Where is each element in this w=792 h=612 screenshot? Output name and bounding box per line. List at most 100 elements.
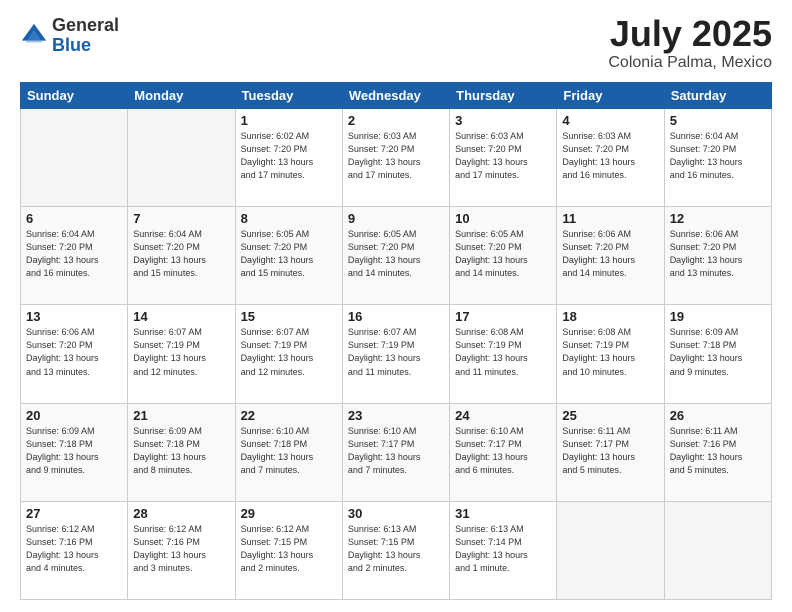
day-number: 24 bbox=[455, 408, 551, 423]
calendar-week-row: 1Sunrise: 6:02 AM Sunset: 7:20 PM Daylig… bbox=[21, 109, 772, 207]
table-row: 2 Sunrise: 6:03 AM Sunset: 7:20 PM Daylig… bbox=[342, 109, 449, 207]
day-number: 13 bbox=[26, 309, 122, 324]
table-row: 29 Sunrise: 6:12 AM Sunset: 7:15 PM Dayli… bbox=[235, 501, 342, 599]
day-info: Sunrise: 6:13 AM Sunset: 7:14 PM Dayligh… bbox=[455, 523, 551, 575]
day-number: 19 bbox=[670, 309, 766, 324]
day-number: 29 bbox=[241, 506, 337, 521]
day-number: 20 bbox=[26, 408, 122, 423]
day-number: 2 bbox=[348, 113, 444, 128]
month-year: July 2025 bbox=[608, 16, 772, 52]
col-tuesday: Tuesday bbox=[235, 83, 342, 109]
day-info: Sunrise: 6:05 AM Sunset: 7:20 PM Dayligh… bbox=[455, 228, 551, 280]
day-number: 23 bbox=[348, 408, 444, 423]
day-number: 25 bbox=[562, 408, 658, 423]
day-info: Sunrise: 6:03 AM Sunset: 7:20 PM Dayligh… bbox=[348, 130, 444, 182]
day-info: Sunrise: 6:03 AM Sunset: 7:20 PM Dayligh… bbox=[455, 130, 551, 182]
day-number: 11 bbox=[562, 211, 658, 226]
header: General Blue July 2025 Colonia Palma, Me… bbox=[20, 16, 772, 72]
table-row: 24 Sunrise: 6:10 AM Sunset: 7:17 PM Dayli… bbox=[450, 403, 557, 501]
day-info: Sunrise: 6:07 AM Sunset: 7:19 PM Dayligh… bbox=[133, 326, 229, 378]
page: General Blue July 2025 Colonia Palma, Me… bbox=[0, 0, 792, 612]
table-row: 17 Sunrise: 6:08 AM Sunset: 7:19 PM Dayli… bbox=[450, 305, 557, 403]
day-info: Sunrise: 6:08 AM Sunset: 7:19 PM Dayligh… bbox=[455, 326, 551, 378]
table-row: 3 Sunrise: 6:03 AM Sunset: 7:20 PM Daylig… bbox=[450, 109, 557, 207]
day-info: Sunrise: 6:06 AM Sunset: 7:20 PM Dayligh… bbox=[562, 228, 658, 280]
day-info: Sunrise: 6:09 AM Sunset: 7:18 PM Dayligh… bbox=[133, 425, 229, 477]
calendar-week-row: 27 Sunrise: 6:12 AM Sunset: 7:16 PM Dayli… bbox=[21, 501, 772, 599]
day-number: 31 bbox=[455, 506, 551, 521]
day-number: 26 bbox=[670, 408, 766, 423]
table-row: 21 Sunrise: 6:09 AM Sunset: 7:18 PM Dayli… bbox=[128, 403, 235, 501]
table-row: 13 Sunrise: 6:06 AM Sunset: 7:20 PM Dayli… bbox=[21, 305, 128, 403]
day-number: 1 bbox=[241, 113, 337, 128]
table-row: 6 Sunrise: 6:04 AM Sunset: 7:20 PM Daylig… bbox=[21, 207, 128, 305]
logo-general-text: General bbox=[52, 15, 119, 35]
day-info: Sunrise: 6:08 AM Sunset: 7:19 PM Dayligh… bbox=[562, 326, 658, 378]
table-row: 20 Sunrise: 6:09 AM Sunset: 7:18 PM Dayli… bbox=[21, 403, 128, 501]
day-info: Sunrise: 6:10 AM Sunset: 7:18 PM Dayligh… bbox=[241, 425, 337, 477]
table-row: 28Sunrise: 6:12 AM Sunset: 7:16 PM Dayli… bbox=[128, 501, 235, 599]
table-row: 14 Sunrise: 6:07 AM Sunset: 7:19 PM Dayli… bbox=[128, 305, 235, 403]
table-row: 19 Sunrise: 6:09 AM Sunset: 7:18 PM Dayli… bbox=[664, 305, 771, 403]
table-row: 22 Sunrise: 6:10 AM Sunset: 7:18 PM Dayli… bbox=[235, 403, 342, 501]
table-row: 31 Sunrise: 6:13 AM Sunset: 7:14 PM Dayli… bbox=[450, 501, 557, 599]
col-saturday: Saturday bbox=[664, 83, 771, 109]
calendar-header-row: Sunday Monday Tuesday Wednesday Thursday… bbox=[21, 83, 772, 109]
table-row bbox=[21, 109, 128, 207]
day-info: Sunrise: 6:04 AM Sunset: 7:20 PM Dayligh… bbox=[26, 228, 122, 280]
day-number: 12 bbox=[670, 211, 766, 226]
table-row: 16 Sunrise: 6:07 AM Sunset: 7:19 PM Dayli… bbox=[342, 305, 449, 403]
day-info: Sunrise: 6:10 AM Sunset: 7:17 PM Dayligh… bbox=[455, 425, 551, 477]
day-info: Sunrise: 6:09 AM Sunset: 7:18 PM Dayligh… bbox=[670, 326, 766, 378]
table-row bbox=[664, 501, 771, 599]
table-row: 1Sunrise: 6:02 AM Sunset: 7:20 PM Daylig… bbox=[235, 109, 342, 207]
day-info: Sunrise: 6:07 AM Sunset: 7:19 PM Dayligh… bbox=[348, 326, 444, 378]
location: Colonia Palma, Mexico bbox=[608, 54, 772, 72]
day-info: Sunrise: 6:05 AM Sunset: 7:20 PM Dayligh… bbox=[241, 228, 337, 280]
day-number: 16 bbox=[348, 309, 444, 324]
day-info: Sunrise: 6:05 AM Sunset: 7:20 PM Dayligh… bbox=[348, 228, 444, 280]
table-row: 12 Sunrise: 6:06 AM Sunset: 7:20 PM Dayli… bbox=[664, 207, 771, 305]
day-number: 21 bbox=[133, 408, 229, 423]
table-row: 8Sunrise: 6:05 AM Sunset: 7:20 PM Daylig… bbox=[235, 207, 342, 305]
table-row bbox=[128, 109, 235, 207]
table-row: 27 Sunrise: 6:12 AM Sunset: 7:16 PM Dayli… bbox=[21, 501, 128, 599]
day-info: Sunrise: 6:06 AM Sunset: 7:20 PM Dayligh… bbox=[670, 228, 766, 280]
day-info: Sunrise: 6:12 AM Sunset: 7:16 PM Dayligh… bbox=[26, 523, 122, 575]
day-info: Sunrise: 6:11 AM Sunset: 7:16 PM Dayligh… bbox=[670, 425, 766, 477]
table-row: 4 Sunrise: 6:03 AM Sunset: 7:20 PM Daylig… bbox=[557, 109, 664, 207]
day-info: Sunrise: 6:12 AM Sunset: 7:15 PM Dayligh… bbox=[241, 523, 337, 575]
day-number: 18 bbox=[562, 309, 658, 324]
day-number: 6 bbox=[26, 211, 122, 226]
col-thursday: Thursday bbox=[450, 83, 557, 109]
day-info: Sunrise: 6:09 AM Sunset: 7:18 PM Dayligh… bbox=[26, 425, 122, 477]
day-info: Sunrise: 6:03 AM Sunset: 7:20 PM Dayligh… bbox=[562, 130, 658, 182]
logo-icon bbox=[20, 22, 48, 50]
table-row: 25 Sunrise: 6:11 AM Sunset: 7:17 PM Dayli… bbox=[557, 403, 664, 501]
table-row bbox=[557, 501, 664, 599]
col-wednesday: Wednesday bbox=[342, 83, 449, 109]
day-number: 5 bbox=[670, 113, 766, 128]
calendar-week-row: 13 Sunrise: 6:06 AM Sunset: 7:20 PM Dayli… bbox=[21, 305, 772, 403]
day-info: Sunrise: 6:06 AM Sunset: 7:20 PM Dayligh… bbox=[26, 326, 122, 378]
day-info: Sunrise: 6:11 AM Sunset: 7:17 PM Dayligh… bbox=[562, 425, 658, 477]
day-number: 3 bbox=[455, 113, 551, 128]
day-info: Sunrise: 6:07 AM Sunset: 7:19 PM Dayligh… bbox=[241, 326, 337, 378]
table-row: 11 Sunrise: 6:06 AM Sunset: 7:20 PM Dayli… bbox=[557, 207, 664, 305]
day-number: 14 bbox=[133, 309, 229, 324]
day-number: 10 bbox=[455, 211, 551, 226]
col-friday: Friday bbox=[557, 83, 664, 109]
logo: General Blue bbox=[20, 16, 119, 56]
day-number: 22 bbox=[241, 408, 337, 423]
day-info: Sunrise: 6:04 AM Sunset: 7:20 PM Dayligh… bbox=[133, 228, 229, 280]
day-number: 4 bbox=[562, 113, 658, 128]
table-row: 23 Sunrise: 6:10 AM Sunset: 7:17 PM Dayli… bbox=[342, 403, 449, 501]
day-number: 7 bbox=[133, 211, 229, 226]
table-row: 10 Sunrise: 6:05 AM Sunset: 7:20 PM Dayli… bbox=[450, 207, 557, 305]
day-info: Sunrise: 6:10 AM Sunset: 7:17 PM Dayligh… bbox=[348, 425, 444, 477]
day-number: 17 bbox=[455, 309, 551, 324]
title-block: July 2025 Colonia Palma, Mexico bbox=[608, 16, 772, 72]
table-row: 26 Sunrise: 6:11 AM Sunset: 7:16 PM Dayli… bbox=[664, 403, 771, 501]
day-number: 27 bbox=[26, 506, 122, 521]
calendar: Sunday Monday Tuesday Wednesday Thursday… bbox=[20, 82, 772, 600]
